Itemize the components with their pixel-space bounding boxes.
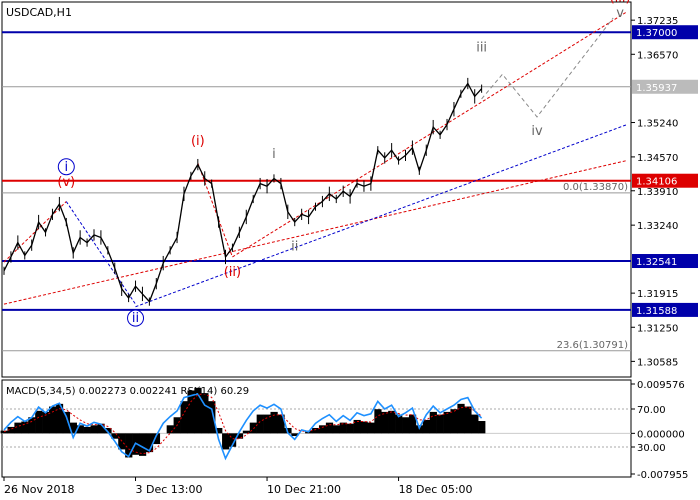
price-level-label: 1.31588: [636, 306, 677, 317]
macd-histogram-bar: [318, 425, 327, 434]
wave-label: ii: [132, 311, 139, 326]
indicator-y-tick-label: -0.007955: [637, 470, 688, 481]
fibonacci-level-label: 0.0(1.33870): [563, 182, 628, 193]
price-level-label: 1.32541: [636, 257, 677, 268]
wave-label: iv: [531, 124, 543, 139]
x-tick-label: 3 Dec 13:00: [136, 483, 203, 496]
macd-histogram-bar: [388, 410, 396, 434]
macd-histogram-bar: [339, 422, 347, 434]
wave-label: (iii): [610, 0, 631, 5]
wave-label: (i): [191, 134, 205, 149]
y-tick-label: 1.37235: [637, 16, 678, 27]
macd-histogram-bar: [381, 411, 389, 434]
wave-label: iii: [476, 41, 487, 56]
macd-histogram-bar: [478, 421, 486, 434]
macd-histogram-bar: [402, 417, 410, 434]
indicator-title: MACD(5,34,5) 0.002273 0.002241 RSI(14) 6…: [6, 386, 249, 397]
wave-label: i: [272, 147, 276, 162]
macd-histogram-bar: [256, 414, 264, 434]
wave-label: (v): [57, 175, 75, 190]
macd-histogram-bar: [367, 422, 375, 434]
indicator-y-tick-label: 30.00: [637, 443, 666, 454]
fibonacci-level-label: 23.6(1.30791): [557, 340, 629, 351]
y-tick-label: 1.34570: [637, 153, 678, 164]
macd-histogram-bar: [14, 422, 22, 434]
price-level-label: 1.37000: [636, 28, 677, 39]
macd-histogram-bar: [360, 421, 368, 434]
macd-histogram-bar: [138, 433, 147, 456]
macd-histogram-bar: [450, 409, 458, 434]
x-tick-label: 18 Dec 05:00: [399, 483, 473, 496]
wave-label: i: [64, 160, 68, 175]
macd-histogram-bar: [90, 425, 98, 434]
x-tick-label: 26 Nov 2018: [4, 483, 74, 496]
y-tick-label: 1.35240: [637, 119, 678, 130]
macd-histogram-bar: [325, 422, 334, 434]
macd-histogram-bar: [48, 406, 57, 434]
y-tick-label: 1.33910: [637, 187, 678, 198]
y-tick-label: 1.36570: [637, 50, 678, 61]
wave-label: v: [616, 6, 624, 21]
macd-histogram-bar: [457, 403, 465, 434]
macd-histogram-bar: [422, 419, 431, 434]
price-level-label: 1.35937: [636, 83, 677, 94]
macd-histogram-bar: [346, 423, 354, 434]
y-tick-label: 1.31915: [637, 289, 678, 300]
macd-histogram-bar: [201, 393, 209, 434]
wave-label: ii: [291, 239, 298, 254]
macd-histogram-bar: [471, 414, 479, 434]
macd-histogram-bar: [35, 410, 43, 434]
macd-histogram-bar: [332, 425, 341, 434]
macd-histogram-bar: [374, 409, 382, 434]
macd-histogram-bar: [436, 414, 444, 434]
indicator-y-tick-label: 0.000000: [637, 429, 685, 440]
chart-root: i(v)ii(i)(ii)iiiiiiivv(iii) 1.370001.359…: [0, 0, 700, 500]
y-tick-label: 1.30585: [637, 357, 678, 368]
indicator-y-tick-label: 0.009576: [637, 380, 685, 391]
y-tick-label: 1.33240: [637, 221, 678, 232]
x-tick-label: 10 Dec 21:00: [267, 483, 341, 496]
indicator-y-tick-label: 70.00: [637, 405, 666, 416]
macd-histogram-bar: [443, 411, 451, 434]
macd-histogram-bar: [222, 433, 230, 450]
macd-histogram-bar: [464, 406, 472, 434]
macd-histogram-bar: [125, 433, 133, 458]
y-tick-label: 1.31250: [637, 323, 678, 334]
main-chart-title: USDCAD,H1: [6, 6, 72, 19]
macd-histogram-bar: [263, 414, 271, 434]
macd-histogram-bar: [180, 401, 188, 434]
wave-label: (ii): [224, 265, 241, 280]
macd-histogram-bar: [83, 426, 91, 434]
macd-histogram-bar: [166, 425, 174, 434]
